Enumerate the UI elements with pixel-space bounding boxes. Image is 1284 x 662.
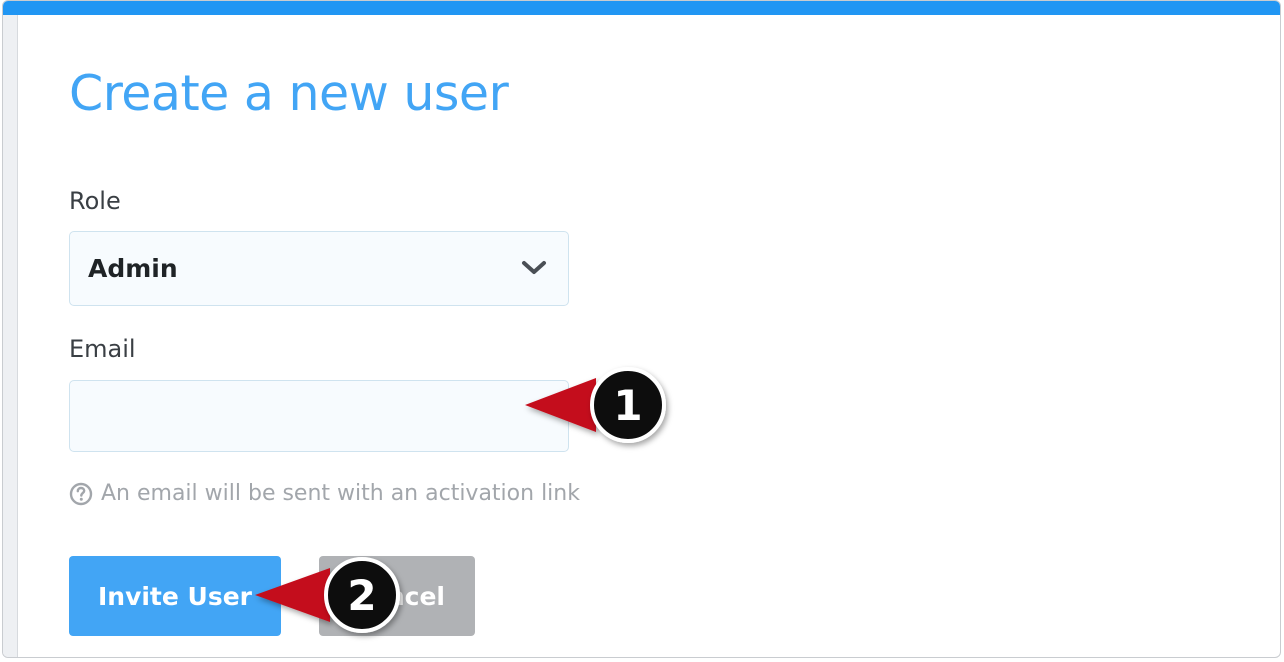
page-title: Create a new user xyxy=(69,65,509,122)
panel-left-strip xyxy=(3,15,18,657)
help-text: An email will be sent with an activation… xyxy=(69,481,580,506)
email-field[interactable] xyxy=(69,380,569,452)
panel-top-bar xyxy=(3,1,1280,15)
role-select[interactable]: Admin xyxy=(69,231,569,306)
create-user-panel: Create a new user Role Admin Email An em… xyxy=(2,0,1281,658)
cancel-button[interactable]: Cancel xyxy=(319,556,475,636)
chevron-down-icon xyxy=(522,261,546,274)
invite-user-button[interactable]: Invite User xyxy=(69,556,281,636)
role-select-value: Admin xyxy=(88,254,178,283)
help-text-label: An email will be sent with an activation… xyxy=(101,481,580,506)
role-label: Role xyxy=(69,187,121,215)
email-label: Email xyxy=(69,335,136,363)
question-circle-icon xyxy=(69,482,93,505)
